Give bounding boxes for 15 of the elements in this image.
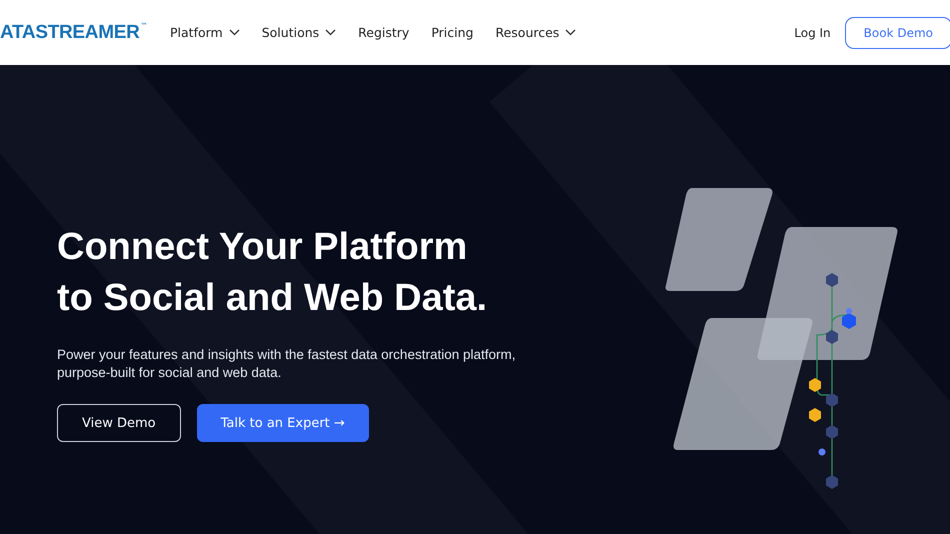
- chevron-down-icon: [565, 29, 576, 36]
- logo-text[interactable]: ATASTREAMER$^{™}$: [0, 22, 150, 44]
- nav-link[interactable]: Pricing: [431, 25, 474, 40]
- nav-link[interactable]: Resources: [495, 25, 576, 40]
- hero-subtitle: Power your features and insights with the fastest data orchestration platform, purpose-built for social and web data.: [57, 346, 516, 382]
- talk-to-expert-button[interactable]: Talk to an Expert →: [196, 404, 369, 442]
- hero-heading: Connect Your Platform to Social and Web Data.: [57, 225, 488, 321]
- chevron-down-icon: [228, 29, 240, 36]
- chevron-down-icon: [325, 29, 336, 36]
- nav-link[interactable]: Solutions: [262, 25, 336, 40]
- view-demo-button[interactable]: View Demo: [57, 404, 181, 442]
- nav-link[interactable]: Registry: [358, 25, 410, 40]
- book-demo-button[interactable]: Book Demo: [844, 16, 950, 48]
- nav-link[interactable]: Platform: [170, 25, 240, 40]
- login-link[interactable]: Log In: [794, 26, 831, 40]
